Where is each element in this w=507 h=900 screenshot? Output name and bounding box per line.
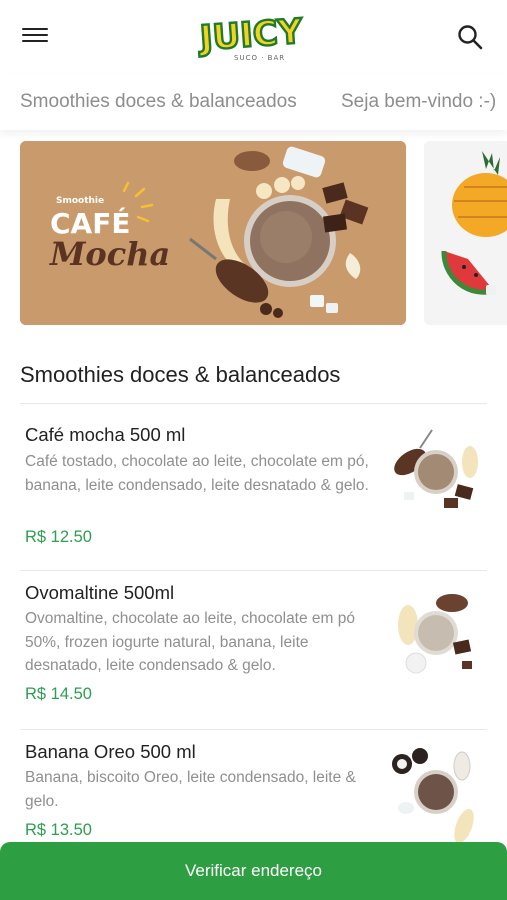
banner-fruits[interactable] (424, 141, 507, 325)
banner-carousel: Smoothie CAFÉ Mocha (0, 140, 507, 326)
product-price: R$ 13.50 (25, 821, 92, 839)
product-image (380, 742, 488, 850)
svg-text:SUCO · BAR: SUCO · BAR (234, 54, 285, 62)
product-description: Café tostado, chocolate ao leite, chocol… (25, 453, 369, 494)
banner-cafe-mocha-illustration: Smoothie CAFÉ Mocha (20, 141, 406, 325)
svg-text:Smoothie: Smoothie (56, 196, 104, 206)
search-icon[interactable] (455, 22, 485, 52)
product-description: Banana, biscoito Oreo, leite condensado,… (25, 769, 356, 810)
section-title: Smoothies doces & balanceados (20, 362, 341, 387)
product-image (380, 422, 488, 530)
product-image (380, 581, 488, 689)
juicy-logo: JUICY SUCO · BAR (196, 10, 305, 62)
top-bar: JUICY SUCO · BAR (0, 0, 507, 75)
category-tabs: Smoothies doces & balanceados Seja bem-v… (0, 75, 507, 130)
banner-fruits-illustration (424, 141, 507, 325)
product-description: Ovomaltine, chocolate ao leite, chocolat… (25, 610, 355, 674)
product-item-cafe-mocha[interactable]: Café mocha 500 ml Café tostado, chocolat… (0, 404, 507, 570)
product-price: R$ 12.50 (25, 528, 92, 546)
tab-welcome[interactable]: Seja bem-vindo :-) (341, 91, 496, 113)
product-item-ovomaltine[interactable]: Ovomaltine 500ml Ovomaltine, chocolate a… (0, 571, 507, 729)
product-item-banana-oreo[interactable]: Banana Oreo 500 ml Banana, biscoito Oreo… (0, 730, 507, 850)
product-price: R$ 14.50 (25, 685, 92, 703)
tab-smoothies[interactable]: Smoothies doces & balanceados (20, 91, 297, 113)
product-name: Banana Oreo 500 ml (25, 741, 196, 762)
verify-address-button[interactable]: Verificar endereço (0, 842, 507, 900)
banner-cafe-mocha[interactable]: Smoothie CAFÉ Mocha (20, 141, 406, 325)
hamburger-menu-icon[interactable] (22, 24, 48, 48)
product-name: Café mocha 500 ml (25, 424, 186, 445)
svg-text:JUICY: JUICY (197, 12, 304, 59)
svg-text:Mocha: Mocha (49, 235, 170, 273)
product-name: Ovomaltine 500ml (25, 582, 175, 603)
